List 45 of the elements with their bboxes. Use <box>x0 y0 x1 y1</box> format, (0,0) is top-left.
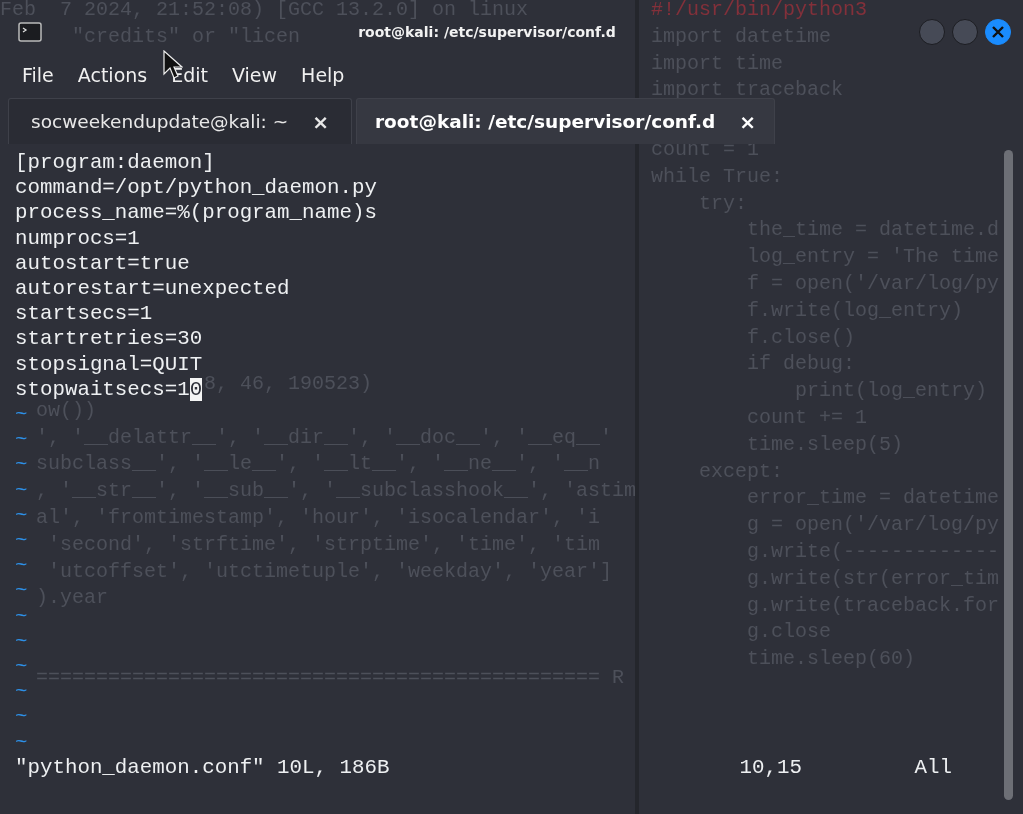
empty-line-mark: ~ <box>15 427 28 453</box>
empty-line-mark: ~ <box>15 402 28 428</box>
tab-label: socweekendupdate@kali: ~ <box>31 109 289 134</box>
menu-item[interactable]: Help <box>289 57 357 94</box>
scrollbar[interactable] <box>1004 150 1013 800</box>
empty-line-mark: ~ <box>15 528 28 554</box>
close-tab-button[interactable]: × <box>312 106 329 137</box>
code-line: numprocs=1 <box>15 225 140 251</box>
minimize-button[interactable] <box>919 19 945 45</box>
code-line: startsecs=1 <box>15 301 153 327</box>
empty-line-mark: ~ <box>15 704 28 730</box>
status-message: "python_daemon.conf" 10L, 186B <box>15 754 390 781</box>
cursor-position: 10,15 <box>739 754 802 781</box>
window-title: root@kali: /etc/supervisor/conf.d <box>358 23 616 40</box>
code-line: autostart=true <box>15 250 190 276</box>
empty-line-mark: ~ <box>15 729 28 755</box>
empty-line-mark: ~ <box>15 452 28 478</box>
terminal-icon <box>18 22 42 42</box>
maximize-button[interactable] <box>952 19 978 45</box>
scroll-position: All <box>914 754 952 781</box>
code-line: process_name=%(program_name)s <box>15 200 377 226</box>
code-line: stopsignal=QUIT <box>15 351 203 377</box>
empty-line-mark: ~ <box>15 502 28 529</box>
empty-line-mark: ~ <box>15 477 28 503</box>
tab[interactable]: root@kali: /etc/supervisor/conf.d × <box>356 98 776 144</box>
menu-item[interactable]: Actions <box>65 57 160 94</box>
empty-line-mark: ~ <box>15 654 28 680</box>
close-icon <box>992 26 1004 38</box>
close-tab-button[interactable]: × <box>739 106 757 137</box>
code-line: command=/opt/python_daemon.py <box>15 175 377 201</box>
tab-label: root@kali: /etc/supervisor/conf.d <box>375 109 716 134</box>
code-line: startretries=30 <box>15 326 203 352</box>
menu-item[interactable]: View <box>220 57 290 94</box>
code-line: stopwaitsecs=10 <box>15 376 203 401</box>
code-line: autorestart=unexpected <box>15 276 290 302</box>
code-line: [program:daemon] <box>15 150 215 176</box>
close-button[interactable] <box>985 19 1011 45</box>
empty-line-mark: ~ <box>15 578 28 604</box>
menu-item[interactable]: File <box>10 57 66 94</box>
empty-line-mark: ~ <box>15 628 28 655</box>
empty-line-mark: ~ <box>15 679 28 705</box>
background-code-line: #!/usr/bin/python3 <box>651 0 868 23</box>
empty-line-mark: ~ <box>15 603 28 629</box>
empty-line-mark: ~ <box>15 553 28 579</box>
tab[interactable]: socweekendupdate@kali: ~ × <box>8 98 352 144</box>
